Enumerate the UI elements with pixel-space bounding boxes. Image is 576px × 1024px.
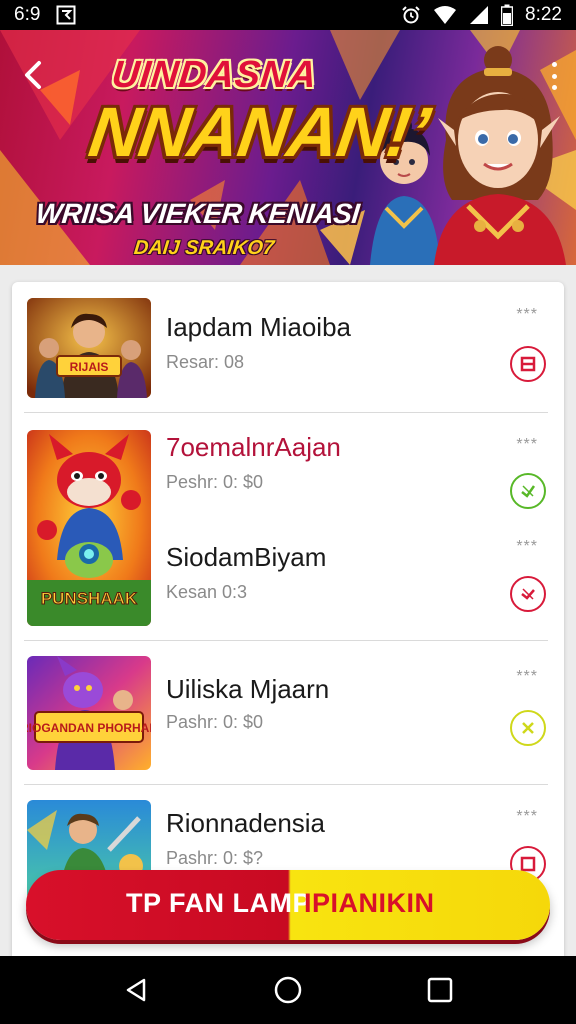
cta-left-label: TP FAN LAMP: [126, 888, 312, 918]
status-button[interactable]: [510, 473, 546, 509]
more-vertical-icon: [551, 62, 557, 67]
game-thumbnail: RIJAIS: [27, 298, 151, 398]
item-subtitle: Kesan 0:3: [166, 582, 248, 602]
back-triangle-icon: [126, 978, 146, 1002]
divider: [24, 640, 548, 641]
item-title: Iapdam Miaoiba: [166, 312, 351, 342]
banner-subtitle: WRIISA VIEKER KENIASI: [34, 198, 361, 229]
item-menu-button[interactable]: ***: [516, 538, 538, 556]
cta-right-label: IPIANIKIN: [304, 888, 435, 918]
status-button[interactable]: [510, 346, 546, 382]
item-menu-button[interactable]: ***: [516, 436, 538, 454]
item-menu-button[interactable]: ***: [516, 808, 538, 826]
item-title: 7oemalnrAajan: [166, 432, 341, 462]
item-title: Rionnadensia: [166, 808, 326, 838]
more-options-button[interactable]: [546, 62, 562, 90]
back-button[interactable]: [18, 58, 48, 92]
notification-square-icon: [56, 5, 76, 25]
item-subtitle: Pashr: 0: $?: [166, 848, 264, 868]
divider: [24, 412, 548, 413]
game-thumbnail: FRIOGANDAN PHORHANT: [27, 656, 151, 770]
close-icon: [522, 722, 534, 734]
divider: [24, 784, 548, 785]
signal-icon: [469, 5, 489, 25]
promo-banner[interactable]: UINDASNA NNANAN!’ WRIISA VIEKER KENIASI …: [0, 30, 576, 265]
item-subtitle: Pashr: 0: $0: [166, 712, 264, 732]
app-screen: 6:9 8:22 UINDASNA NNANAN!’ WRIISA VIEKER…: [0, 0, 576, 1024]
nav-recents-button[interactable]: [420, 970, 460, 1010]
game-thumbnail[interactable]: PUNSHAAK: [27, 430, 151, 626]
system-nav-bar: [0, 956, 576, 1024]
thumb-label: PUNSHAAK: [41, 589, 138, 608]
item-title: Uiliska Mjaarn: [166, 674, 330, 704]
status-button[interactable]: [510, 576, 546, 612]
thumb-label: RIJAIS: [70, 360, 109, 374]
check-icon: [521, 485, 536, 498]
game-list: RIJAIS Iapdam Miaoiba Resar: 08 *** PUNS…: [12, 282, 564, 962]
item-menu-button[interactable]: ***: [516, 306, 538, 324]
chevron-left-icon: [25, 61, 41, 89]
item-subtitle: Peshr: 0: $0: [166, 472, 264, 492]
status-left-text: 6:9: [14, 4, 41, 25]
recents-square-icon: [427, 977, 453, 1003]
cta-button[interactable]: TP FAN LAMP IPIANIKIN: [26, 870, 550, 940]
check-icon: [521, 588, 535, 600]
nav-home-button[interactable]: [268, 970, 308, 1010]
home-circle-icon: [274, 976, 302, 1004]
banner-kicker: UINDASNA: [109, 54, 319, 96]
alarm-icon: [401, 5, 421, 25]
item-menu-button[interactable]: ***: [516, 668, 538, 686]
status-bar: 6:9 8:22: [0, 0, 576, 30]
item-title: SiodamBiyam: [166, 542, 327, 572]
banner-title: NNANAN!’: [84, 93, 434, 171]
status-time: 8:22: [525, 4, 562, 25]
item-subtitle: Resar: 08: [166, 352, 245, 372]
battery-icon: [501, 4, 514, 26]
thumb-label: FRIOGANDAN PHORHANT: [27, 721, 151, 735]
banner-tagline: DAIJ SRAIKO7: [132, 237, 276, 259]
ban-icon: [520, 356, 536, 372]
nav-back-button[interactable]: [116, 970, 156, 1010]
status-button[interactable]: [510, 710, 546, 746]
wifi-icon: [433, 5, 457, 25]
